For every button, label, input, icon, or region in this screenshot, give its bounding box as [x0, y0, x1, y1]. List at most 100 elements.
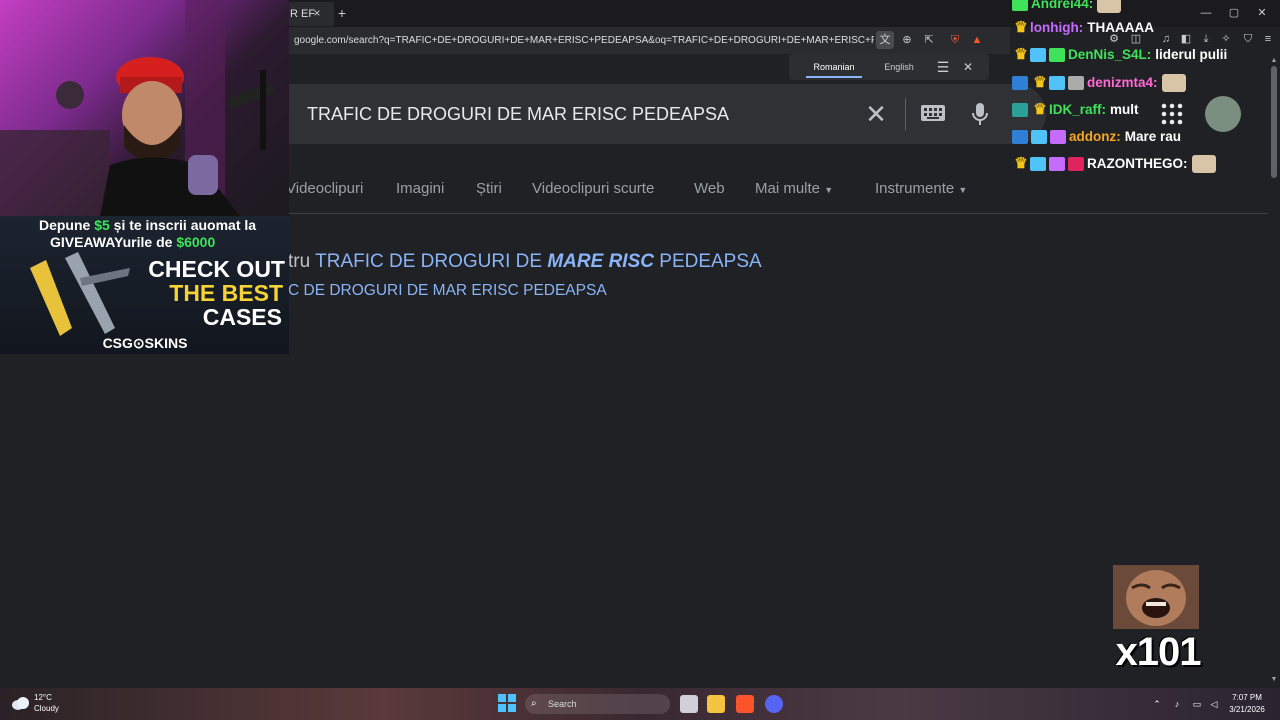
tab-web[interactable]: Web [694, 178, 725, 200]
menu-icon[interactable]: ≡ [1260, 31, 1276, 47]
url-text[interactable]: google.com/search?q=TRAFIC+DE+DROGURI+DE… [294, 32, 874, 49]
ad-text: GIVEAWAYurile de [50, 234, 173, 250]
brave-rewards-icon[interactable]: ▲ [968, 31, 986, 49]
gift-badge-icon [1049, 157, 1065, 172]
ad-promo-line-1: Depune $5 și te inscrii auomat la [6, 216, 289, 234]
founder-badge-icon [1031, 130, 1047, 145]
file-explorer-icon[interactable] [707, 695, 725, 713]
keyboard-icon[interactable] [920, 103, 946, 123]
clock-date[interactable]: 3/21/2026 [1222, 704, 1272, 716]
gift-badge-icon [1049, 48, 1065, 63]
translate-close-icon[interactable]: ✕ [960, 58, 976, 76]
taskbar-search-label: Search [548, 699, 577, 709]
laughing-face-icon [1126, 570, 1186, 626]
chat-message: ♛ RAZONTHEGO: [1012, 154, 1216, 174]
corrected-part-2: PEDEAPSA [659, 251, 762, 272]
volume-icon[interactable]: ◁ [1207, 698, 1221, 710]
ad-headline-best: THE BEST [169, 280, 283, 306]
chat-username: addonz: [1069, 129, 1121, 144]
chat-message: Andrei44: [1012, 0, 1122, 14]
tab-images[interactable]: Imagini [396, 178, 444, 200]
speaker-icon[interactable]: ♪ [1170, 698, 1184, 710]
tab-close-icon[interactable]: × [310, 5, 324, 21]
vpn-icon[interactable]: ⛉ [1240, 31, 1256, 47]
chat-message: ♛ DenNis_S4L: liderul pulii [1012, 45, 1227, 65]
new-tab-button[interactable]: + [334, 4, 350, 22]
clock-time[interactable]: 7:07 PM [1222, 692, 1272, 704]
search-instead-link[interactable]: C DE DROGURI DE MAR ERISC PEDEAPSA [288, 281, 688, 301]
ad-brand-logo: CSG⊙SKINS [102, 335, 188, 351]
translate-icon[interactable]: 文 [876, 31, 894, 49]
scroll-thumb[interactable] [1271, 66, 1277, 178]
tab-videos[interactable]: Videoclipuri [286, 178, 363, 200]
target-language-tab[interactable]: English [872, 58, 926, 76]
emote-icon [1161, 74, 1186, 93]
brave-browser-icon[interactable] [736, 695, 754, 713]
task-view-icon[interactable] [680, 695, 698, 713]
search-icon: ⌕ [531, 698, 537, 709]
tab-tools[interactable]: Instrumente ▼ [875, 178, 985, 200]
search-divider [905, 98, 906, 130]
tab-more[interactable]: Mai multe ▼ [755, 178, 845, 200]
zoom-icon[interactable]: ⊕ [898, 31, 916, 49]
discord-icon[interactable] [765, 695, 783, 713]
chat-username: DenNis_S4L: [1068, 47, 1152, 62]
chat-text: mult [1110, 102, 1139, 117]
clear-search-icon[interactable]: ✕ [862, 100, 890, 128]
ad-headline-check: CHECK OUT [148, 256, 285, 282]
crown-badge-icon: ♛ [1014, 19, 1028, 37]
ad-promo-line-2: GIVEAWAYurile de $6000 [50, 233, 250, 251]
display-icon[interactable]: ▭ [1190, 698, 1204, 710]
chat-username: denizmta4: [1087, 75, 1158, 90]
channel-badge-icon [1012, 103, 1028, 118]
chat-message: ♛ lonhigh: THAAAAA [1012, 18, 1154, 38]
scroll-down-icon[interactable]: ▼ [1268, 675, 1280, 685]
emote-counter: x101 [1115, 630, 1202, 674]
crown-badge-icon: ♛ [1014, 155, 1028, 173]
brave-shield-icon[interactable]: ⛨ [946, 31, 964, 49]
sub-badge-icon [1012, 0, 1028, 12]
google-apps-icon[interactable] [1160, 102, 1184, 126]
translate-menu-icon[interactable]: ☰ [934, 58, 952, 76]
emote-icon [1191, 155, 1216, 174]
ad-text: și te inscrii auomat la [113, 217, 257, 233]
ad-amount: $5 [94, 217, 110, 233]
minimize-button[interactable]: — [1196, 5, 1216, 21]
scroll-up-icon[interactable]: ▲ [1268, 56, 1280, 66]
chat-message: ♛ denizmta4: [1012, 73, 1186, 93]
nav-divider [286, 213, 1280, 214]
tab-more-label: Mai multe [755, 180, 821, 197]
tab-news[interactable]: Știri [476, 178, 502, 200]
weather-temperature[interactable]: 12°C [34, 692, 74, 703]
tab-short-videos[interactable]: Videoclipuri scurte [532, 178, 654, 200]
window-close-button[interactable]: ✕ [1252, 5, 1272, 21]
microphone-icon[interactable] [970, 100, 990, 128]
chat-username: IDK_raff: [1049, 102, 1107, 117]
founder-badge-icon [1049, 76, 1065, 91]
gift-badge-icon [1050, 130, 1066, 145]
founder-badge-icon [1030, 157, 1046, 172]
ad-amount: $6000 [176, 234, 216, 250]
crown-badge-icon: ♛ [1033, 74, 1047, 92]
chat-text: Mare rau [1124, 129, 1182, 144]
chat-username: lonhigh: [1030, 20, 1084, 35]
browser-tab[interactable]: R EF [284, 2, 334, 26]
chevron-down-icon: ▼ [958, 185, 968, 195]
source-language-tab[interactable]: Romanian [806, 58, 862, 78]
share-icon[interactable]: ⇱ [920, 31, 938, 49]
chat-message: ♛ IDK_raff: mult [1012, 100, 1139, 120]
chevron-down-icon: ▼ [824, 185, 834, 195]
windows-start-icon[interactable] [498, 694, 516, 712]
ad-text: Depune [38, 217, 91, 233]
search-input[interactable]: TRAFIC DE DROGURI DE MAR ERISC PEDEAPSA [307, 100, 857, 128]
maximize-button[interactable]: ▢ [1224, 5, 1244, 21]
account-avatar[interactable] [1205, 96, 1241, 132]
weather-description[interactable]: Cloudy [34, 703, 74, 715]
tray-chevron-icon[interactable]: ⌃ [1150, 698, 1164, 710]
crown-badge-icon: ♛ [1014, 46, 1028, 64]
showing-prefix: tru [288, 251, 311, 272]
vip-badge-icon [1012, 130, 1028, 145]
tab-tools-label: Instrumente [875, 180, 955, 197]
corrected-query-link[interactable]: TRAFIC DE DROGURI DE MARE RISC PEDEAPSA [315, 251, 762, 272]
cloud-icon [12, 697, 29, 710]
